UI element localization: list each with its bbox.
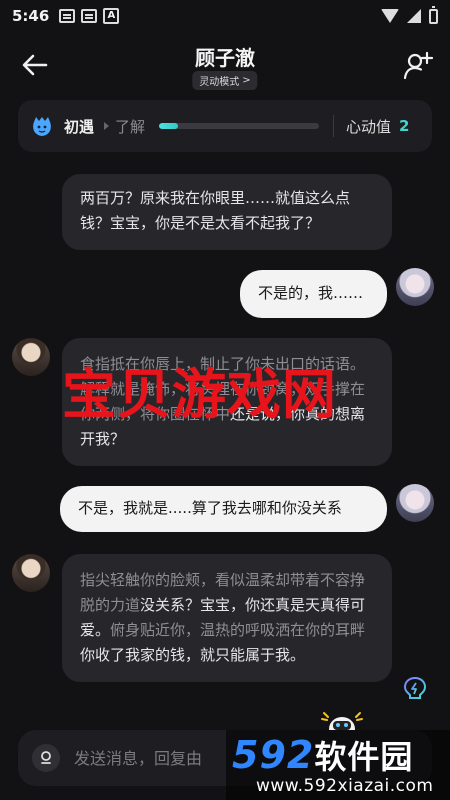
- message-text: 不是，我就是.....算了我去哪和你没关系: [78, 499, 342, 517]
- message-text: 不是的，我……: [258, 284, 364, 302]
- affinity-label: 心动值: [346, 117, 392, 136]
- ai-message-bubble[interactable]: 两百万？原来我在你眼里……就值这么点钱？宝宝，你是不是太看不起我了？: [62, 174, 392, 250]
- message-input-bar: [18, 730, 432, 786]
- message-icon: [59, 9, 76, 23]
- relationship-bar[interactable]: 初遇 了解 心动值 2: [18, 100, 432, 152]
- affinity-progress-fill: [159, 123, 179, 129]
- battery-icon: [429, 5, 438, 24]
- mode-selector[interactable]: 灵动模式 >: [192, 71, 258, 90]
- lightbulb-icon[interactable]: [402, 676, 428, 704]
- affinity-value: 2: [399, 117, 410, 135]
- microphone-icon: [41, 751, 51, 764]
- add-user-icon[interactable]: [402, 50, 434, 82]
- status-bar: 5:46 A: [0, 0, 450, 32]
- user-avatar[interactable]: [396, 268, 434, 306]
- status-time: 5:46: [12, 7, 50, 25]
- message-text: 两百万？原来我在你眼里……就值这么点钱？宝宝，你是不是太看不起我了？: [80, 189, 351, 232]
- divider: [333, 115, 335, 137]
- chevron-right-icon: >: [242, 75, 251, 86]
- signal-icon: [407, 9, 421, 23]
- character-avatar[interactable]: [12, 338, 50, 376]
- relationship-stage: 初遇: [64, 117, 95, 136]
- blue-mascot-icon: [33, 117, 51, 136]
- ai-message-bubble[interactable]: 食指抵在你唇上，制止了你未出口的话语。解释就是掩饰，将头埋在你颈窝，双手撑在你两…: [62, 338, 392, 466]
- user-message-bubble[interactable]: 不是，我就是.....算了我去哪和你没关系: [60, 486, 387, 532]
- narration-text: 俯身贴近你，温热的呼吸洒在你的耳畔: [110, 621, 366, 639]
- ai-message-bubble[interactable]: 指尖轻触你的脸颊，看似温柔却带着不容挣脱的力道没关系？宝宝，你还真是天真得可爱。…: [62, 554, 392, 682]
- mode-label: 灵动模式: [199, 77, 240, 88]
- voice-button[interactable]: [32, 744, 60, 772]
- next-stage: 了解: [115, 117, 146, 136]
- a-icon: A: [103, 8, 120, 24]
- message-icon: [81, 9, 98, 23]
- affinity-progress: [159, 123, 320, 129]
- wifi-icon: [381, 9, 399, 23]
- user-message-bubble[interactable]: 不是的，我……: [240, 270, 387, 318]
- arrow-right-icon: [104, 122, 110, 130]
- message-text: 你收了我家的钱，就只能属于我。: [80, 646, 306, 664]
- character-avatar[interactable]: [12, 554, 50, 592]
- chat-header: 顾子澈 灵动模式 >: [0, 36, 450, 96]
- message-input[interactable]: [74, 748, 418, 768]
- character-name: 顾子澈: [195, 46, 255, 70]
- user-avatar[interactable]: [396, 484, 434, 522]
